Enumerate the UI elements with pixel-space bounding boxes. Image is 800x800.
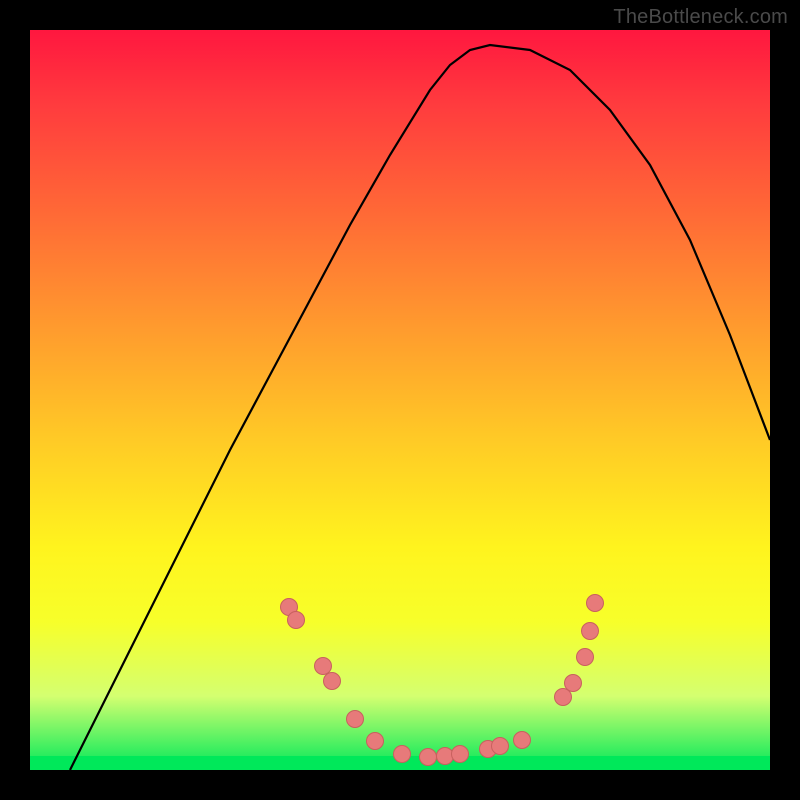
bottleneck-curve-line (70, 45, 770, 770)
attribution-label: TheBottleneck.com (613, 6, 788, 29)
curve-marker (577, 649, 594, 666)
bottleneck-curve-svg (30, 30, 770, 770)
curve-marker (514, 732, 531, 749)
chart-plot-area (30, 30, 770, 770)
curve-marker (324, 673, 341, 690)
curve-marker (288, 612, 305, 629)
curve-marker (452, 746, 469, 763)
curve-markers-group (281, 595, 604, 766)
curve-marker (315, 658, 332, 675)
curve-marker (437, 748, 454, 765)
curve-marker (347, 711, 364, 728)
curve-marker (394, 746, 411, 763)
curve-marker (582, 623, 599, 640)
curve-marker (587, 595, 604, 612)
curve-marker (492, 738, 509, 755)
curve-marker (367, 733, 384, 750)
curve-marker (555, 689, 572, 706)
curve-marker (420, 749, 437, 766)
curve-marker (565, 675, 582, 692)
